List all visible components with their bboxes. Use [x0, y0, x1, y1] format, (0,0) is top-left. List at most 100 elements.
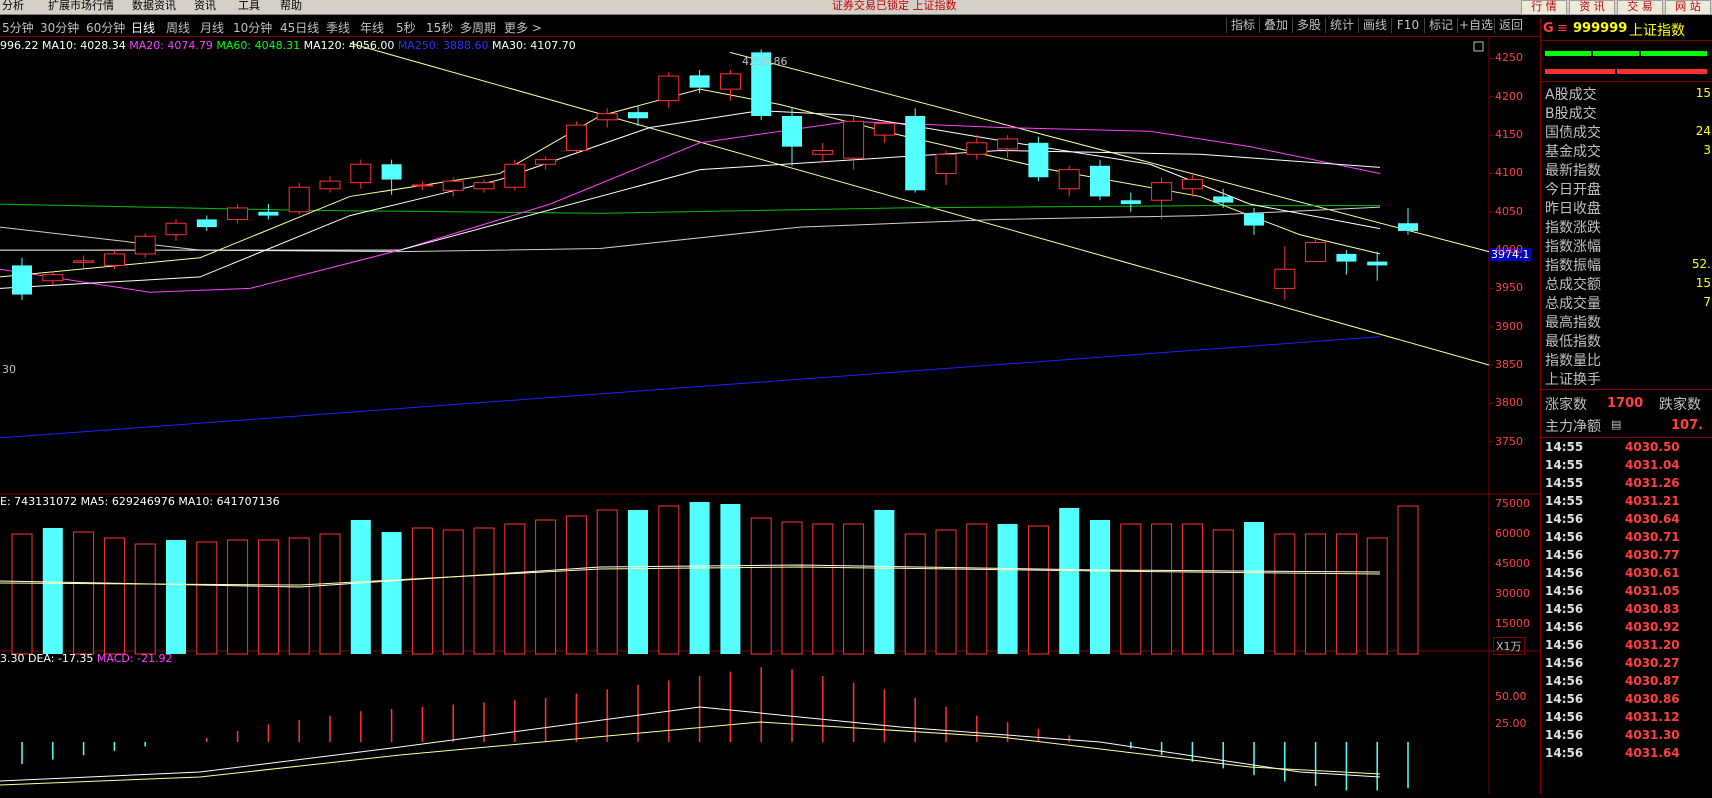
tool-multi-stock[interactable]: 多股: [1292, 18, 1325, 33]
volume-bar: [535, 519, 557, 655]
volume-tick-label: 30000: [1495, 587, 1530, 600]
tick-price: 4031.26: [1625, 476, 1680, 490]
tool-back[interactable]: 返回: [1494, 18, 1527, 33]
menu-tools[interactable]: 工具: [238, 0, 260, 14]
period-10min[interactable]: 10分钟: [233, 19, 272, 36]
tool-mark[interactable]: 标记: [1424, 18, 1457, 33]
tool-statistics[interactable]: 统计: [1325, 18, 1358, 33]
volume-tick-label: 45000: [1495, 557, 1530, 570]
macd-tick-label: 25.00: [1495, 717, 1527, 730]
candle-body: [73, 260, 95, 263]
period-60min[interactable]: 60分钟: [86, 19, 125, 36]
period-15sec[interactable]: 15秒: [426, 19, 453, 36]
field-4: 最新指数: [1545, 163, 1601, 179]
vol-legend-1: MA5: 629246976: [80, 495, 175, 508]
tick-time: 14:55: [1545, 476, 1584, 490]
price-tick-label: 4150: [1495, 128, 1523, 142]
news-button[interactable]: 资 讯: [1569, 0, 1615, 15]
candle-body: [1305, 241, 1327, 263]
rise-count-value: 1700: [1607, 396, 1644, 411]
period-more[interactable]: 更多 >: [504, 19, 542, 36]
candle-body: [1213, 196, 1234, 203]
field-0: A股成交: [1545, 87, 1597, 103]
volume-bar: [904, 533, 926, 655]
tick-time: 14:56: [1545, 692, 1584, 706]
ma-legend-0: 996.22: [0, 39, 39, 52]
period-5min[interactable]: 5分钟: [2, 19, 34, 36]
tick-price: 4031.05: [1625, 584, 1680, 598]
candle-body: [782, 115, 802, 147]
quote-button[interactable]: 行 情: [1521, 0, 1567, 15]
tick-time: 14:56: [1545, 638, 1584, 652]
field-value-11: 7: [1703, 295, 1711, 309]
tick-time: 14:56: [1545, 674, 1584, 688]
tick-time: 14:56: [1545, 584, 1584, 598]
menu-help[interactable]: 帮助: [280, 0, 302, 14]
volume-bar: [196, 541, 218, 655]
field-13: 最低指数: [1545, 334, 1601, 350]
field-10: 总成交额: [1545, 277, 1601, 293]
ma-legend: 996.22 MA10: 4028.34 MA20: 4074.79 MA60:…: [0, 39, 576, 52]
field-12: 最高指数: [1545, 315, 1601, 331]
ma60-line: [0, 203, 1380, 214]
tool-add-favorite[interactable]: +自选: [1457, 18, 1494, 33]
volume-tick-label: 15000: [1495, 617, 1530, 630]
period-30min[interactable]: 30分钟: [40, 19, 79, 36]
volume-bar: [288, 537, 310, 655]
tool-overlay[interactable]: 叠加: [1259, 18, 1292, 33]
menu-extended-market[interactable]: 扩展市场行情: [48, 0, 114, 14]
ma-legend-3: MA60: 4048.31: [216, 39, 301, 52]
volume-bar: [227, 539, 249, 655]
field-9: 指数振幅: [1545, 258, 1601, 274]
vol-legend-2: MA10: 641707136: [178, 495, 280, 508]
candle-body: [873, 123, 895, 136]
tick-price: 4030.61: [1625, 566, 1680, 580]
period-monthly[interactable]: 月线: [200, 19, 224, 36]
candle-body: [1336, 253, 1357, 262]
window-toggle-icon: [1473, 41, 1484, 52]
price-tick-label: 3750: [1495, 434, 1523, 448]
divider: [1541, 389, 1712, 390]
sell-bar-1: [1545, 69, 1615, 74]
candle-body: [997, 138, 1019, 150]
period-daily[interactable]: 日线: [131, 19, 155, 36]
period-multi[interactable]: 多周期: [460, 19, 496, 36]
period-yearly[interactable]: 年线: [360, 19, 384, 36]
volume-legend: E: 743131072 MA5: 629246976 MA10: 641707…: [0, 495, 280, 508]
field-value-10: 15: [1695, 276, 1711, 290]
tick-time: 14:56: [1545, 746, 1584, 760]
menu-bar: 分析 扩展市场行情 数据资讯 资讯 工具 帮助 证券交易已锁定 上证指数 行 情…: [0, 0, 1712, 15]
volume-bar: [134, 543, 156, 655]
menu-analysis[interactable]: 分析: [2, 0, 24, 14]
menu-data-info[interactable]: 数据资讯: [132, 0, 176, 14]
trade-button[interactable]: 交 易: [1617, 0, 1663, 15]
period-weekly[interactable]: 周线: [166, 19, 190, 36]
menu-news[interactable]: 资讯: [194, 0, 216, 14]
period-5sec[interactable]: 5秒: [396, 19, 416, 36]
volume-bar: [1366, 537, 1388, 655]
ma10-line: [0, 110, 1381, 289]
period-45day[interactable]: 45日线: [280, 19, 319, 36]
tool-indicator[interactable]: 指标: [1226, 18, 1259, 33]
menu-equiv-icon[interactable]: ≡: [1557, 21, 1568, 36]
macd-legend-1: DEA: -17.35: [28, 652, 94, 665]
tick-time: 14:56: [1545, 620, 1584, 634]
website-button[interactable]: 网 站: [1665, 0, 1711, 15]
volume-bar: [1397, 505, 1419, 655]
tick-price: 4031.21: [1625, 494, 1680, 508]
high-price-label: 4258.86: [742, 55, 788, 68]
tool-f10[interactable]: F10: [1391, 18, 1424, 33]
period-quarterly[interactable]: 季线: [326, 19, 350, 36]
volume-bar: [319, 533, 341, 655]
macd-legend: 3.30 DEA: -17.35 MACD: -21.92: [0, 652, 173, 665]
candle-body: [1151, 182, 1173, 201]
tick-time: 14:56: [1545, 530, 1584, 544]
volume-unit-label: X1万: [1493, 637, 1525, 655]
tick-time: 14:56: [1545, 512, 1584, 526]
candle-body: [658, 75, 680, 102]
flow-detail-icon[interactable]: ▤: [1611, 418, 1621, 431]
low-price-label: 30: [2, 363, 16, 376]
kline-chart-area[interactable]: 996.22 MA10: 4028.34 MA20: 4074.79 MA60:…: [0, 37, 1541, 794]
volume-bar: [1181, 523, 1203, 655]
tool-draw-line[interactable]: 画线: [1358, 18, 1391, 33]
